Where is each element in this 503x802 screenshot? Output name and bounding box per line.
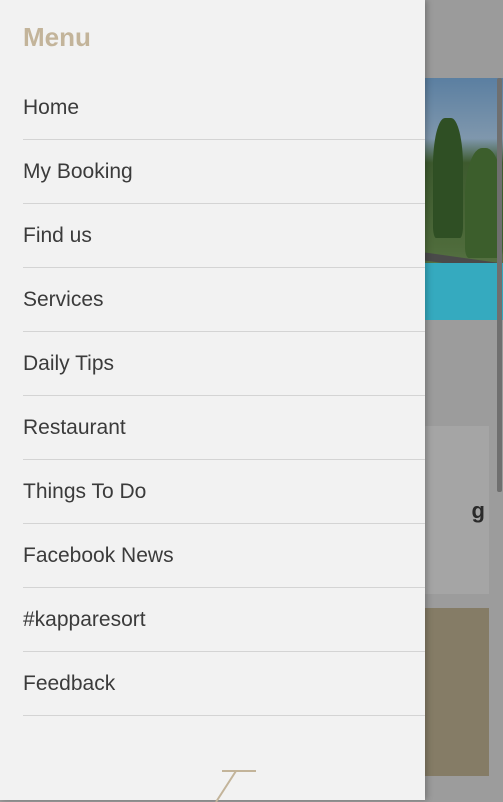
- menu-item-facebook-news[interactable]: Facebook News: [23, 524, 425, 588]
- menu-item-daily-tips[interactable]: Daily Tips: [23, 332, 425, 396]
- background-hero-image: [425, 78, 503, 320]
- menu-item-restaurant[interactable]: Restaurant: [23, 396, 425, 460]
- resort-logo-icon: [215, 770, 256, 802]
- menu-item-kapparesort[interactable]: #kapparesort: [23, 588, 425, 652]
- background-card-text: g: [471, 498, 485, 523]
- drawer-title: Menu: [23, 22, 91, 52]
- background-card: g: [425, 426, 489, 594]
- menu-item-things-to-do[interactable]: Things To Do: [23, 460, 425, 524]
- menu-item-my-booking[interactable]: My Booking: [23, 140, 425, 204]
- scrollbar[interactable]: [497, 78, 502, 492]
- navigation-drawer: Menu Home My Booking Find us Services Da…: [0, 0, 425, 802]
- menu-item-feedback[interactable]: Feedback: [23, 652, 425, 716]
- background-card-image: [425, 608, 489, 776]
- drawer-menu-list: Home My Booking Find us Services Daily T…: [23, 76, 425, 716]
- menu-item-find-us[interactable]: Find us: [23, 204, 425, 268]
- menu-item-home[interactable]: Home: [23, 76, 425, 140]
- menu-item-services[interactable]: Services: [23, 268, 425, 332]
